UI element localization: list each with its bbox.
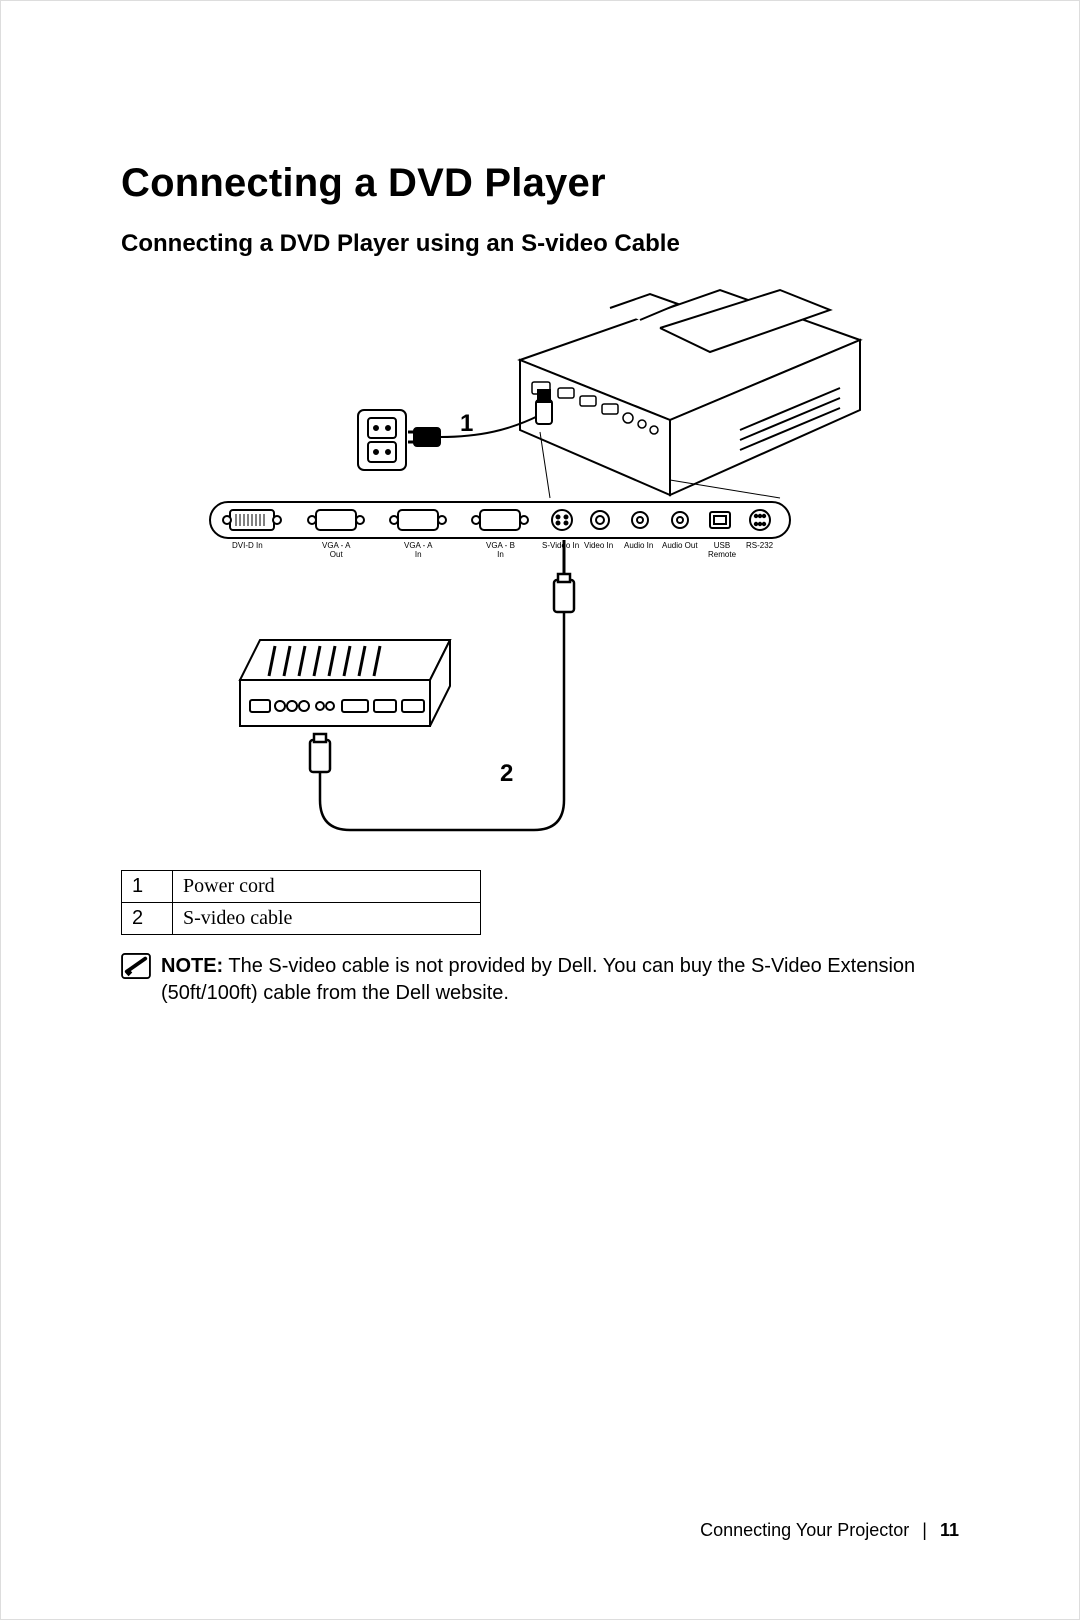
legend-num: 2 bbox=[122, 903, 173, 935]
table-row: 2 S-video cable bbox=[122, 903, 481, 935]
footer-separator: | bbox=[922, 1520, 927, 1540]
page-footer: Connecting Your Projector | 11 bbox=[700, 1520, 959, 1541]
diagram-callout-2: 2 bbox=[500, 760, 513, 788]
footer-chapter: Connecting Your Projector bbox=[700, 1520, 909, 1540]
note-icon bbox=[121, 953, 151, 979]
port-label-video: Video In bbox=[584, 542, 613, 551]
manual-page: Connecting a DVD Player Connecting a DVD… bbox=[0, 0, 1080, 1620]
legend-desc: S-video cable bbox=[173, 903, 481, 935]
port-label-usb: USB Remote bbox=[708, 542, 736, 560]
table-row: 1 Power cord bbox=[122, 871, 481, 903]
port-label-dvid: DVI-D In bbox=[232, 542, 263, 551]
connection-diagram: 1 2 DVI-D In VGA - A Out VGA - A In VGA … bbox=[180, 280, 900, 850]
port-label-svideo: S-Video In bbox=[542, 542, 579, 551]
legend-num: 1 bbox=[122, 871, 173, 903]
diagram-callout-1: 1 bbox=[460, 410, 473, 438]
note-text: NOTE: The S-video cable is not provided … bbox=[161, 953, 959, 1007]
legend-table: 1 Power cord 2 S-video cable bbox=[121, 870, 481, 935]
legend-desc: Power cord bbox=[173, 871, 481, 903]
port-label-vgab-in: VGA - B In bbox=[486, 542, 515, 560]
section-title: Connecting a DVD Player bbox=[121, 161, 959, 206]
port-label-rs232: RS-232 bbox=[746, 542, 773, 551]
port-label-vgaa-out: VGA - A Out bbox=[322, 542, 350, 560]
sub-title: Connecting a DVD Player using an S-video… bbox=[121, 230, 959, 258]
note-body: The S-video cable is not provided by Del… bbox=[161, 955, 915, 1004]
footer-page-number: 11 bbox=[940, 1520, 959, 1540]
note: NOTE: The S-video cable is not provided … bbox=[121, 953, 959, 1007]
port-label-audioin: Audio In bbox=[624, 542, 653, 551]
port-label-vgaa-in: VGA - A In bbox=[404, 542, 432, 560]
port-label-audioout: Audio Out bbox=[662, 542, 698, 551]
note-label: NOTE: bbox=[161, 955, 223, 977]
